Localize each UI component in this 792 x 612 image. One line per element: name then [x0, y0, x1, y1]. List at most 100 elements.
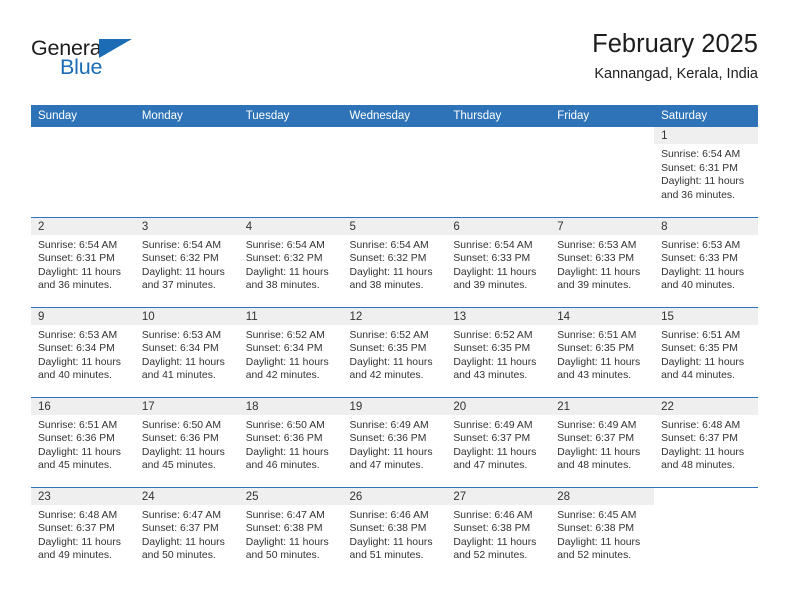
day-sunset-text: Sunset: 6:31 PM — [38, 253, 115, 265]
calendar-day-cell[interactable]: 5 Sunrise: 6:54 AM Sunset: 6:32 PM Daylight… — [342, 216, 447, 307]
calendar-day-cell[interactable]: 16 Sunrise: 6:51 AM Sunset: 6:36 PM Dayligh… — [31, 396, 135, 487]
calendar-day-cell[interactable]: 27 Sunrise: 6:46 AM Sunset: 6:38 PM Dayligh… — [446, 486, 551, 577]
day-daylight-text: Daylight: 11 hours — [38, 266, 121, 278]
day-number: 24 — [134, 487, 239, 505]
calendar-page: General Blue February 2025 Kannangad, Ke… — [0, 0, 792, 612]
day-cell-inner: 16 Sunrise: 6:51 AM Sunset: 6:36 PM Dayligh… — [31, 397, 135, 487]
day-details: Sunrise: 6:50 AM Sunset: 6:36 PM Daylight:… — [239, 415, 343, 473]
day-number — [31, 127, 135, 144]
general-blue-logo[interactable]: General Blue — [31, 36, 143, 82]
day-cell-inner: 25 Sunrise: 6:47 AM Sunset: 6:38 PM Dayligh… — [238, 487, 343, 578]
day-sunset-text: Sunset: 6:36 PM — [349, 433, 427, 445]
day-daylight-text: and 36 minutes. — [38, 280, 112, 292]
day-daylight-text: and 43 minutes. — [557, 370, 632, 382]
day-number: 18 — [238, 397, 343, 415]
calendar-day-cell[interactable]: 21 Sunrise: 6:49 AM Sunset: 6:37 PM Dayligh… — [550, 396, 655, 487]
day-sunset-text: Sunset: 6:37 PM — [661, 433, 738, 445]
day-sunset-text: Sunset: 6:35 PM — [557, 343, 635, 355]
day-daylight-text: Daylight: 11 hours — [453, 446, 537, 458]
calendar-day-cell[interactable]: 8 Sunrise: 6:53 AM Sunset: 6:33 PM Daylight… — [654, 216, 758, 307]
calendar-day-cell[interactable]: 22 Sunrise: 6:48 AM Sunset: 6:37 PM Dayligh… — [654, 396, 758, 487]
calendar-day-cell[interactable]: 3 Sunrise: 6:54 AM Sunset: 6:32 PM Daylight… — [134, 216, 239, 307]
calendar-day-cell[interactable]: 15 Sunrise: 6:51 AM Sunset: 6:35 PM Dayligh… — [654, 306, 758, 397]
day-number: 19 — [342, 397, 447, 415]
day-sunrise-text: Sunrise: 6:54 AM — [349, 239, 429, 251]
day-details: Sunrise: 6:49 AM Sunset: 6:36 PM Daylight:… — [343, 415, 447, 473]
calendar-day-cell[interactable]: 1 Sunrise: 6:54 AM Sunset: 6:31 PM Daylight… — [654, 127, 758, 217]
day-cell-inner — [343, 127, 447, 217]
day-daylight-text: Daylight: 11 hours — [38, 536, 121, 548]
day-daylight-text: and 45 minutes. — [141, 460, 216, 472]
day-daylight-text: Daylight: 11 hours — [141, 356, 225, 368]
calendar-day-cell[interactable]: 18 Sunrise: 6:50 AM Sunset: 6:36 PM Dayligh… — [238, 396, 343, 487]
day-daylight-text: Daylight: 11 hours — [349, 536, 433, 548]
calendar-cell-empty — [31, 127, 135, 217]
day-cell-inner: 24 Sunrise: 6:47 AM Sunset: 6:37 PM Dayligh… — [134, 487, 239, 578]
calendar-day-cell[interactable]: 12 Sunrise: 6:52 AM Sunset: 6:35 PM Dayligh… — [342, 306, 447, 397]
day-sunset-text: Sunset: 6:32 PM — [245, 253, 323, 265]
calendar-day-cell[interactable]: 25 Sunrise: 6:47 AM Sunset: 6:38 PM Dayligh… — [238, 486, 343, 578]
day-sunrise-text: Sunrise: 6:47 AM — [141, 509, 221, 521]
day-sunset-text: Sunset: 6:38 PM — [557, 523, 635, 535]
day-daylight-text: and 39 minutes. — [557, 280, 632, 292]
day-sunset-text: Sunset: 6:37 PM — [453, 433, 531, 445]
day-details: Sunrise: 6:54 AM Sunset: 6:31 PM Daylight:… — [654, 144, 758, 202]
day-number: 13 — [446, 307, 551, 325]
calendar-day-cell[interactable]: 17 Sunrise: 6:50 AM Sunset: 6:36 PM Dayligh… — [134, 396, 239, 487]
day-cell-inner: 18 Sunrise: 6:50 AM Sunset: 6:36 PM Dayligh… — [238, 397, 343, 487]
logo-flag-icon — [99, 39, 132, 58]
day-daylight-text: and 45 minutes. — [38, 460, 112, 472]
day-sunrise-text: Sunrise: 6:52 AM — [245, 329, 325, 341]
day-details: Sunrise: 6:54 AM Sunset: 6:32 PM Daylight:… — [343, 235, 447, 293]
day-daylight-text: Daylight: 11 hours — [661, 176, 745, 188]
calendar-day-cell[interactable]: 11 Sunrise: 6:52 AM Sunset: 6:34 PM Dayligh… — [238, 306, 343, 397]
calendar-day-cell[interactable]: 20 Sunrise: 6:49 AM Sunset: 6:37 PM Dayligh… — [446, 396, 551, 487]
calendar-day-cell[interactable]: 23 Sunrise: 6:48 AM Sunset: 6:37 PM Dayligh… — [31, 486, 135, 577]
day-cell-inner: 8 Sunrise: 6:53 AM Sunset: 6:33 PM Daylight… — [654, 217, 758, 307]
day-number: 11 — [238, 307, 343, 325]
day-sunset-text: Sunset: 6:37 PM — [38, 523, 115, 535]
day-sunset-text: Sunset: 6:37 PM — [141, 523, 219, 535]
calendar-week-row: 23 Sunrise: 6:48 AM Sunset: 6:37 PM Dayligh… — [31, 486, 758, 578]
day-daylight-text: Daylight: 11 hours — [245, 446, 329, 458]
day-cell-inner: 22 Sunrise: 6:48 AM Sunset: 6:37 PM Dayligh… — [654, 397, 758, 487]
calendar-cell-empty — [654, 486, 758, 577]
day-sunrise-text: Sunrise: 6:46 AM — [349, 509, 429, 521]
calendar-day-cell[interactable]: 9 Sunrise: 6:53 AM Sunset: 6:34 PM Daylight… — [31, 306, 135, 397]
page-title: February 2025 — [592, 30, 758, 58]
day-daylight-text: and 48 minutes. — [661, 460, 735, 472]
calendar-day-cell[interactable]: 26 Sunrise: 6:46 AM Sunset: 6:38 PM Dayligh… — [342, 486, 447, 577]
page-header: General Blue February 2025 Kannangad, Ke… — [31, 30, 758, 98]
day-number — [654, 488, 758, 505]
day-number: 22 — [654, 397, 758, 415]
calendar-day-cell[interactable]: 4 Sunrise: 6:54 AM Sunset: 6:32 PM Daylight… — [238, 216, 343, 307]
day-sunrise-text: Sunrise: 6:51 AM — [661, 329, 741, 341]
day-sunset-text: Sunset: 6:32 PM — [141, 253, 219, 265]
day-number: 25 — [238, 487, 343, 505]
day-number: 7 — [550, 217, 655, 235]
day-daylight-text: and 40 minutes. — [38, 370, 112, 382]
calendar-day-cell[interactable]: 2 Sunrise: 6:54 AM Sunset: 6:31 PM Daylight… — [31, 216, 135, 307]
day-sunset-text: Sunset: 6:31 PM — [661, 162, 738, 174]
calendar-day-cell[interactable]: 7 Sunrise: 6:53 AM Sunset: 6:33 PM Daylight… — [550, 216, 655, 307]
day-details: Sunrise: 6:50 AM Sunset: 6:36 PM Daylight:… — [135, 415, 239, 473]
calendar-day-cell[interactable]: 28 Sunrise: 6:45 AM Sunset: 6:38 PM Dayligh… — [550, 486, 655, 577]
day-sunrise-text: Sunrise: 6:48 AM — [661, 419, 741, 431]
calendar-day-cell[interactable]: 13 Sunrise: 6:52 AM Sunset: 6:35 PM Dayligh… — [446, 306, 551, 397]
day-sunrise-text: Sunrise: 6:54 AM — [661, 149, 741, 160]
day-details: Sunrise: 6:46 AM Sunset: 6:38 PM Daylight:… — [343, 505, 447, 563]
day-daylight-text: and 49 minutes. — [38, 550, 112, 562]
calendar-day-cell[interactable]: 14 Sunrise: 6:51 AM Sunset: 6:35 PM Dayligh… — [550, 306, 655, 397]
day-number: 23 — [31, 487, 135, 505]
calendar-day-cell[interactable]: 24 Sunrise: 6:47 AM Sunset: 6:37 PM Dayligh… — [134, 486, 239, 578]
calendar-day-cell[interactable]: 6 Sunrise: 6:54 AM Sunset: 6:33 PM Daylight… — [446, 216, 551, 307]
calendar-day-cell[interactable]: 19 Sunrise: 6:49 AM Sunset: 6:36 PM Dayligh… — [342, 396, 447, 487]
calendar-cell-empty — [343, 127, 447, 217]
day-number — [446, 127, 550, 144]
day-details: Sunrise: 6:49 AM Sunset: 6:37 PM Daylight:… — [446, 415, 550, 473]
day-sunset-text: Sunset: 6:33 PM — [453, 253, 531, 265]
day-details: Sunrise: 6:53 AM Sunset: 6:33 PM Daylight:… — [654, 235, 758, 293]
day-daylight-text: and 50 minutes. — [245, 550, 320, 562]
calendar-day-cell[interactable]: 10 Sunrise: 6:53 AM Sunset: 6:34 PM Dayligh… — [134, 306, 239, 397]
day-sunrise-text: Sunrise: 6:48 AM — [38, 509, 118, 521]
